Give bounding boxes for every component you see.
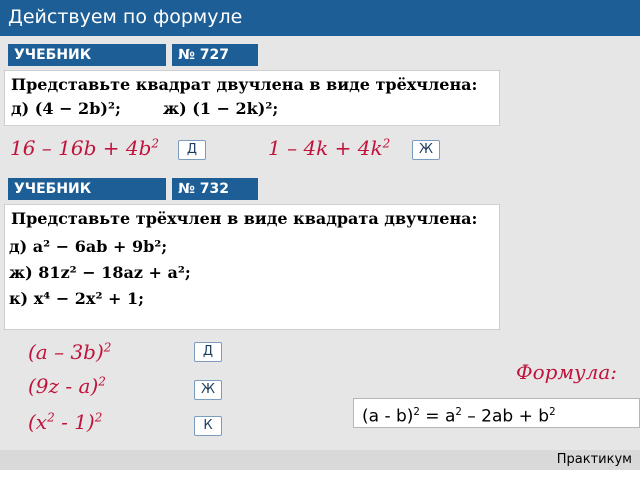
textbook-chip-1: УЧЕБНИК — [8, 44, 166, 66]
textbook-chip-2: УЧЕБНИК — [8, 178, 166, 200]
answer-727-d: 16 – 16b + 4b2 — [10, 136, 160, 160]
formula-label: Формула: — [516, 360, 618, 384]
task-panel-732: Представьте трёхчлен в виде квадрата дву… — [4, 204, 500, 330]
reveal-key-732-zh[interactable]: Ж — [194, 380, 222, 400]
task-item-zh-732: ж) 81z² − 18az + a²; — [9, 263, 191, 282]
reveal-key-727-d[interactable]: Д — [178, 140, 206, 160]
task-number-chip-2: № 732 — [172, 178, 258, 200]
footer-label: Практикум — [556, 452, 632, 467]
formula-box: (a - b)2 = a2 – 2ab + b2 — [353, 398, 640, 428]
reveal-key-732-k[interactable]: К — [194, 416, 222, 436]
task-panel-727: Представьте квадрат двучлена в виде трёх… — [4, 70, 500, 126]
answer-732-zh: (9z - a)2 — [28, 374, 106, 398]
task-item-d-732: д) a² − 6ab + 9b²; — [9, 237, 168, 256]
answer-732-d: (a – 3b)2 — [28, 340, 112, 364]
answer-727-zh: 1 – 4k + 4k2 — [268, 136, 391, 160]
task-item-zh-727: ж) (1 − 2k)²; — [163, 99, 279, 118]
task-title-732: Представьте трёхчлен в виде квадрата дву… — [11, 209, 478, 228]
page-title: Действуем по формуле — [8, 6, 243, 28]
answer-732-k: (x2 - 1)2 — [28, 410, 103, 434]
header-bar: Действуем по формуле — [0, 0, 640, 36]
reveal-key-732-d[interactable]: Д — [194, 342, 222, 362]
task-item-d-727: д) (4 − 2b)²; — [11, 99, 121, 118]
footer-band — [0, 450, 640, 470]
task-number-chip-1: № 727 — [172, 44, 258, 66]
task-item-k-732: к) x⁴ − 2x² + 1; — [9, 289, 145, 308]
task-title-727: Представьте квадрат двучлена в виде трёх… — [11, 75, 478, 94]
reveal-key-727-zh[interactable]: Ж — [412, 140, 440, 160]
